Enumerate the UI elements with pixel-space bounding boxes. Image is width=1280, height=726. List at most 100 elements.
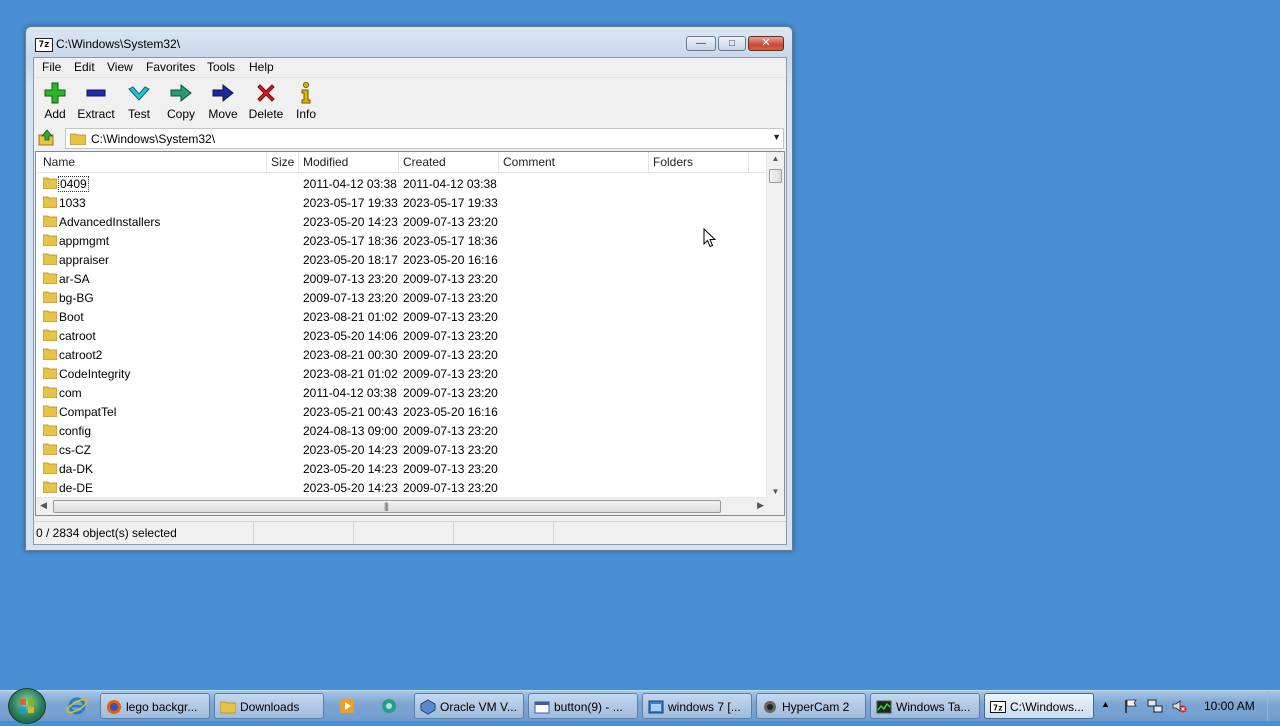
horizontal-scrollbar[interactable]: ◀ ||| ▶ bbox=[36, 497, 768, 515]
status-cell bbox=[354, 522, 454, 544]
list-item[interactable]: appraiser 2023-05-20 18:17 2023-05-20 16:1… bbox=[36, 250, 768, 269]
list-item[interactable]: 0409 2011-04-12 03:38 2011-04-12 03:38 bbox=[36, 174, 768, 193]
pinned-app-button[interactable] bbox=[376, 693, 402, 719]
file-name: AdvancedInstallers bbox=[59, 215, 161, 229]
file-list[interactable]: Name Size Modified Created Comment Folde… bbox=[35, 151, 785, 516]
maximize-icon: □ bbox=[728, 38, 736, 49]
network-icon[interactable] bbox=[1147, 698, 1163, 714]
file-modified: 2023-05-20 18:17 bbox=[303, 253, 398, 267]
list-item[interactable]: bg-BG 2009-07-13 23:20 2009-07-13 23:20 bbox=[36, 288, 768, 307]
horizontal-scroll-thumb[interactable]: ||| bbox=[53, 500, 721, 513]
column-divider[interactable] bbox=[498, 152, 499, 172]
file-name: appraiser bbox=[59, 253, 110, 267]
list-item[interactable]: com 2011-04-12 03:38 2009-07-13 23:20 bbox=[36, 383, 768, 402]
folder-icon bbox=[43, 367, 57, 379]
column-comment[interactable]: Comment bbox=[503, 155, 555, 169]
media-player-button[interactable] bbox=[334, 693, 360, 719]
extract-button[interactable]: Extract bbox=[76, 81, 116, 121]
file-created: 2009-07-13 23:20 bbox=[403, 291, 498, 305]
taskbar-item[interactable]: lego backgr... bbox=[100, 693, 210, 719]
minimize-button[interactable]: — bbox=[686, 36, 716, 51]
list-item[interactable]: catroot2 2023-08-21 00:30 2009-07-13 23:20 bbox=[36, 345, 768, 364]
internet-explorer-button[interactable] bbox=[64, 693, 90, 719]
list-item[interactable]: cs-CZ 2023-05-20 14:23 2009-07-13 23:20 bbox=[36, 440, 768, 459]
column-folders[interactable]: Folders bbox=[653, 155, 693, 169]
virtualbox-icon bbox=[420, 699, 436, 715]
list-item[interactable]: config 2024-08-13 09:00 2009-07-13 23:20 bbox=[36, 421, 768, 440]
column-header: Name Size Modified Created Comment Folde… bbox=[36, 152, 768, 173]
list-item[interactable]: CompatTel 2023-05-21 00:43 2023-05-20 16:1… bbox=[36, 402, 768, 421]
add-button[interactable]: Add bbox=[38, 81, 72, 121]
file-modified: 2023-08-21 01:02 bbox=[303, 310, 398, 324]
list-item[interactable]: catroot 2023-05-20 14:06 2009-07-13 23:20 bbox=[36, 326, 768, 345]
column-name[interactable]: Name bbox=[43, 155, 75, 169]
vertical-scrollbar[interactable]: ▲ ▼ bbox=[766, 152, 784, 498]
taskbar-item[interactable]: Oracle VM V... bbox=[414, 693, 524, 719]
taskbar-item[interactable]: HyperCam 2 bbox=[756, 693, 866, 719]
svg-text:7z: 7z bbox=[993, 704, 1003, 713]
menu-edit[interactable]: Edit bbox=[74, 60, 95, 74]
volume-muted-icon[interactable] bbox=[1171, 698, 1187, 714]
column-modified[interactable]: Modified bbox=[303, 155, 348, 169]
dropdown-arrow-icon[interactable]: ▼ bbox=[772, 132, 781, 142]
list-item[interactable]: CodeIntegrity 2023-08-21 01:02 2009-07-13 … bbox=[36, 364, 768, 383]
up-folder-button[interactable] bbox=[37, 129, 57, 147]
folder-icon bbox=[70, 133, 86, 145]
copy-button[interactable]: Copy bbox=[164, 81, 198, 121]
internet-explorer-icon bbox=[66, 697, 88, 715]
list-item[interactable]: Boot 2023-08-21 01:02 2009-07-13 23:20 bbox=[36, 307, 768, 326]
taskbar-item-active[interactable]: 7z C:\Windows... bbox=[984, 693, 1094, 719]
close-button[interactable]: ✕ bbox=[748, 36, 784, 51]
maximize-button[interactable]: □ bbox=[718, 36, 746, 51]
file-modified: 2023-05-20 14:06 bbox=[303, 329, 398, 343]
scroll-down-icon[interactable]: ▼ bbox=[767, 487, 784, 496]
column-divider[interactable] bbox=[648, 152, 649, 172]
list-item[interactable]: de-DE 2023-05-20 14:23 2009-07-13 23:20 bbox=[36, 478, 768, 497]
file-created: 2009-07-13 23:20 bbox=[403, 424, 498, 438]
list-item[interactable]: 1033 2023-05-17 19:33 2023-05-17 19:33 bbox=[36, 193, 768, 212]
taskbar-item-label: HyperCam 2 bbox=[782, 700, 850, 714]
folder-icon bbox=[43, 443, 57, 455]
window-title: C:\Windows\System32\ bbox=[56, 37, 181, 51]
path-combobox[interactable]: C:\Windows\System32\ ▼ bbox=[65, 128, 784, 149]
scroll-up-icon[interactable]: ▲ bbox=[767, 154, 784, 163]
taskbar-item[interactable]: windows 7 [... bbox=[642, 693, 752, 719]
column-created[interactable]: Created bbox=[403, 155, 446, 169]
system-clock[interactable]: 10:00 AM bbox=[1204, 699, 1255, 713]
scroll-left-icon[interactable]: ◀ bbox=[40, 500, 47, 511]
list-item[interactable]: appmgmt 2023-05-17 18:36 2023-05-17 18:36 bbox=[36, 231, 768, 250]
vertical-scroll-thumb[interactable] bbox=[769, 169, 782, 183]
list-item[interactable]: ar-SA 2009-07-13 23:20 2009-07-13 23:20 bbox=[36, 269, 768, 288]
start-button[interactable] bbox=[8, 688, 46, 724]
column-divider[interactable] bbox=[266, 152, 267, 172]
test-button[interactable]: Test bbox=[122, 81, 156, 121]
file-modified: 2023-05-21 00:43 bbox=[303, 405, 398, 419]
menu-file[interactable]: File bbox=[42, 60, 61, 74]
column-divider[interactable] bbox=[398, 152, 399, 172]
extract-label: Extract bbox=[77, 107, 115, 121]
menu-view[interactable]: View bbox=[107, 60, 133, 74]
action-center-flag-icon[interactable] bbox=[1123, 698, 1139, 714]
folder-icon bbox=[43, 329, 57, 341]
taskbar-item[interactable]: Downloads bbox=[214, 693, 324, 719]
delete-button[interactable]: Delete bbox=[247, 81, 285, 121]
list-item[interactable]: AdvancedInstallers 2023-05-20 14:23 2009-0… bbox=[36, 212, 768, 231]
title-bar[interactable]: 7z C:\Windows\System32\ — □ ✕ bbox=[26, 27, 792, 57]
move-button[interactable]: Move bbox=[206, 81, 240, 121]
menu-help[interactable]: Help bbox=[249, 60, 274, 74]
show-desktop-button[interactable] bbox=[1267, 691, 1280, 721]
taskbar-item[interactable]: Windows Ta... bbox=[870, 693, 980, 719]
file-created: 2009-07-13 23:20 bbox=[403, 310, 498, 324]
hypercam-icon bbox=[764, 701, 776, 713]
list-item[interactable]: da-DK 2023-05-20 14:23 2009-07-13 23:20 bbox=[36, 459, 768, 478]
column-size[interactable]: Size bbox=[271, 155, 294, 169]
scroll-right-icon[interactable]: ▶ bbox=[757, 500, 764, 511]
menu-favorites[interactable]: Favorites bbox=[146, 60, 195, 74]
taskbar-item[interactable]: button(9) - ... bbox=[528, 693, 638, 719]
column-divider[interactable] bbox=[298, 152, 299, 172]
info-button[interactable]: Info bbox=[291, 81, 321, 121]
show-hidden-icons-chevron-icon[interactable]: ▲ bbox=[1101, 699, 1117, 715]
column-divider[interactable] bbox=[748, 152, 749, 172]
file-created: 2009-07-13 23:20 bbox=[403, 329, 498, 343]
menu-tools[interactable]: Tools bbox=[207, 60, 235, 74]
